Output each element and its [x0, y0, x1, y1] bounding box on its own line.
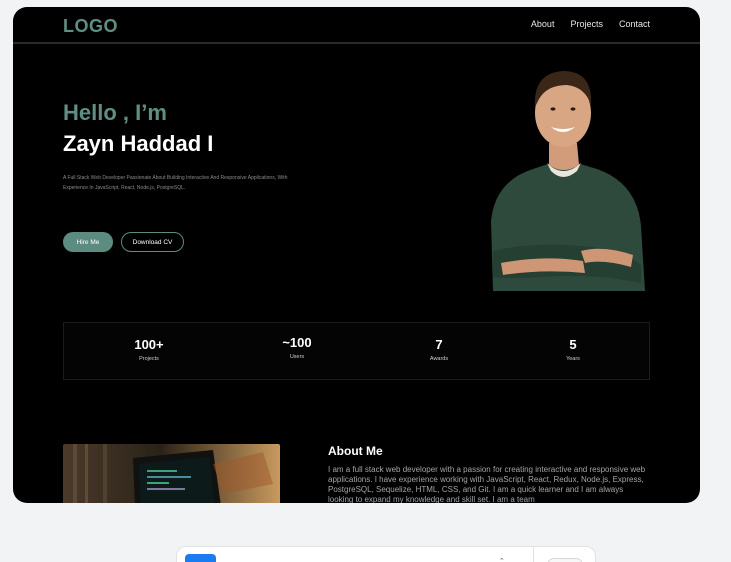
- stat-value: 7: [435, 337, 443, 352]
- stat-users: ~100 Users: [257, 335, 337, 360]
- about-title: About Me: [328, 444, 383, 458]
- nav-link-projects[interactable]: Projects: [570, 19, 603, 29]
- nav-link-about[interactable]: About: [531, 19, 555, 29]
- toggle-switch[interactable]: [547, 558, 583, 562]
- profile-photo: [473, 51, 653, 291]
- stat-value: 5: [569, 337, 577, 352]
- nav-link-contact[interactable]: Contact: [619, 19, 650, 29]
- stat-projects: 100+ Projects: [109, 337, 189, 362]
- stat-value: 100+: [134, 337, 164, 352]
- logo[interactable]: LOGO: [63, 16, 118, 37]
- stat-label: Users: [289, 354, 305, 360]
- hero-greeting: Hello , I’m: [63, 100, 167, 125]
- bottom-toolbar: ⌃: [176, 546, 596, 562]
- stat-years: 5 Years: [533, 337, 613, 362]
- hero-bio: A Full Stack Web Developer Passionate Ab…: [63, 175, 288, 191]
- chevron-up-icon[interactable]: ⌃: [499, 557, 505, 562]
- portfolio-page: LOGO About Projects Contact Hello , I’m …: [13, 7, 700, 503]
- stats-panel: 100+ Projects ~100 Users 7 Awards 5 Year…: [63, 322, 650, 380]
- toolbar-divider: [533, 547, 534, 562]
- hire-me-button[interactable]: Hire Me: [63, 232, 113, 252]
- stat-label: Projects: [139, 356, 159, 362]
- stat-label: Years: [566, 356, 580, 362]
- download-cv-button[interactable]: Download CV: [121, 232, 184, 252]
- app-icon[interactable]: [185, 554, 216, 562]
- about-text: I am a full stack web developer with a p…: [328, 465, 646, 503]
- hero-name: Zayn Haddad I: [63, 131, 214, 156]
- stat-value: ~100: [282, 335, 312, 350]
- top-navbar: LOGO About Projects Contact: [13, 7, 700, 44]
- nav-links: About Projects Contact: [531, 19, 650, 29]
- stat-label: Awards: [429, 356, 449, 362]
- about-image: [63, 444, 280, 503]
- stat-awards: 7 Awards: [399, 337, 479, 362]
